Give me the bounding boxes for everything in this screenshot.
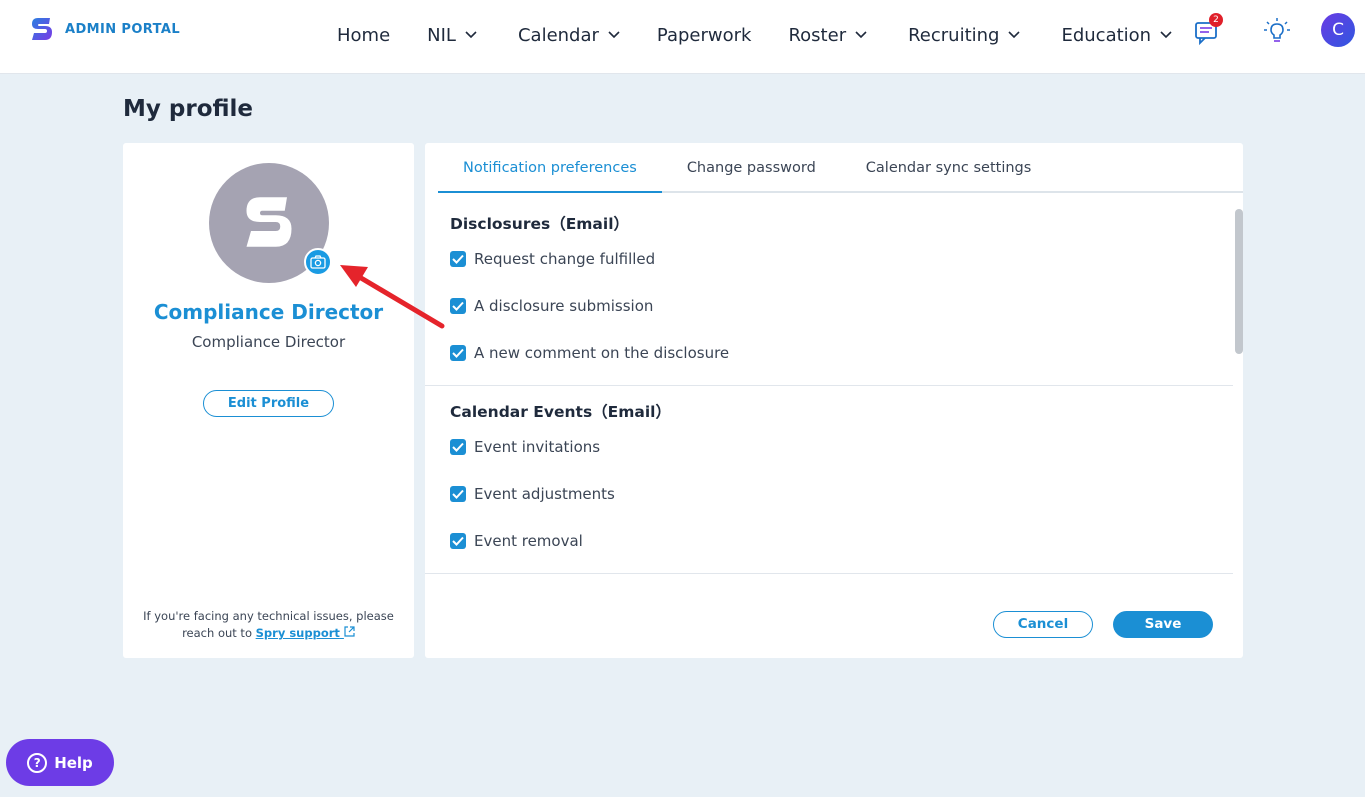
nav-nil-label: NIL (427, 24, 456, 46)
option-new-comment[interactable]: A new comment on the disclosure (450, 344, 729, 362)
settings-tabs: Notification preferences Change password… (438, 143, 1243, 193)
preferences-card: Notification preferences Change password… (425, 143, 1243, 658)
option-event-adjustments[interactable]: Event adjustments (450, 485, 615, 503)
option-label: A new comment on the disclosure (474, 344, 730, 362)
camera-icon (310, 255, 326, 269)
check-icon (452, 301, 464, 311)
messages-button[interactable]: 2 (1194, 13, 1224, 46)
section-title: Calendar Events（Email） (450, 403, 671, 421)
check-icon (452, 536, 464, 546)
preferences-list: Disclosures（Email） Request change fulfil… (425, 195, 1233, 575)
nav-roster-label: Roster (788, 24, 847, 46)
spry-logo-icon (32, 18, 52, 40)
logo[interactable]: ADMIN PORTAL (30, 16, 180, 42)
calendar-events-section: Calendar Events（Email） Event invitations… (425, 386, 1233, 574)
chevron-down-icon (1160, 31, 1172, 39)
nav-home-label: Home (337, 24, 391, 46)
lightbulb-icon (1264, 18, 1290, 42)
disclosures-section: Disclosures（Email） Request change fulfil… (425, 195, 1233, 386)
option-label: Event adjustments (474, 485, 615, 503)
user-avatar[interactable]: C (1321, 13, 1355, 47)
profile-role: Compliance Director (191, 333, 346, 351)
option-label: Event invitations (474, 438, 601, 456)
check-icon (452, 254, 464, 264)
main-nav: Home NIL Calendar Paperwork Roster Recru… (337, 22, 1172, 48)
option-label: A disclosure submission (474, 297, 654, 315)
tab-change-password[interactable]: Change password (662, 143, 841, 193)
check-icon (452, 348, 464, 358)
help-button[interactable]: ? Help (6, 739, 114, 786)
top-header: ADMIN PORTAL Home NIL Calendar Paperwork… (0, 0, 1365, 74)
support-note: If you're facing any technical issues, p… (143, 608, 394, 642)
nav-calendar-label: Calendar (517, 24, 599, 46)
checkbox[interactable] (450, 345, 466, 361)
nav-recruiting[interactable]: Recruiting (908, 22, 1021, 48)
chevron-down-icon (855, 31, 867, 39)
checkbox[interactable] (450, 533, 466, 549)
nav-calendar[interactable]: Calendar (518, 22, 620, 48)
nav-education[interactable]: Education (1061, 22, 1172, 48)
logo-text: ADMIN PORTAL (65, 21, 181, 37)
spry-support-link[interactable]: Spry support (256, 626, 355, 640)
option-event-removal[interactable]: Event removal (450, 532, 583, 550)
question-icon: ? (27, 752, 48, 773)
option-disclosure-submission[interactable]: A disclosure submission (450, 297, 653, 315)
annotation-arrow (340, 265, 445, 329)
checkbox[interactable] (450, 298, 466, 314)
check-icon (452, 489, 464, 499)
checkbox[interactable] (450, 439, 466, 455)
chevron-down-icon (465, 31, 477, 39)
section-title: Disclosures（Email） (450, 215, 630, 233)
chevron-down-icon (1008, 31, 1021, 39)
change-photo-button[interactable] (304, 248, 332, 276)
checkbox[interactable] (450, 486, 466, 502)
messages-badge: 2 (1209, 13, 1223, 27)
profile-card: Compliance Director Compliance Director … (123, 143, 414, 658)
tab-calendar-sync-settings[interactable]: Calendar sync settings (841, 143, 1057, 193)
page-title: My profile (123, 96, 254, 122)
nav-nil[interactable]: NIL (427, 22, 477, 48)
option-request-change-fulfilled[interactable]: Request change fulfilled (450, 250, 655, 268)
chevron-down-icon (608, 31, 620, 39)
help-label: Help (54, 753, 93, 772)
edit-profile-button[interactable]: Edit Profile (203, 390, 334, 417)
spry-support-label: Spry support (255, 626, 340, 640)
option-label: Event removal (474, 532, 583, 550)
nav-home[interactable]: Home (337, 22, 390, 48)
option-label: Request change fulfilled (474, 250, 656, 268)
save-button[interactable]: Save (1113, 611, 1213, 638)
spry-logo-icon (246, 197, 292, 247)
tab-notification-preferences[interactable]: Notification preferences (438, 143, 662, 193)
nav-paperwork-label: Paperwork (656, 24, 752, 46)
scrollbar-thumb[interactable] (1235, 209, 1243, 354)
check-icon (452, 442, 464, 452)
external-link-icon (344, 626, 355, 637)
ideas-button[interactable] (1262, 16, 1292, 46)
checkbox[interactable] (450, 251, 466, 267)
nav-paperwork[interactable]: Paperwork (657, 22, 752, 48)
nav-education-label: Education (1061, 24, 1152, 46)
nav-recruiting-label: Recruiting (908, 24, 1000, 46)
option-event-invitations[interactable]: Event invitations (450, 438, 600, 456)
nav-roster[interactable]: Roster (788, 22, 867, 48)
cancel-button[interactable]: Cancel (993, 611, 1093, 638)
